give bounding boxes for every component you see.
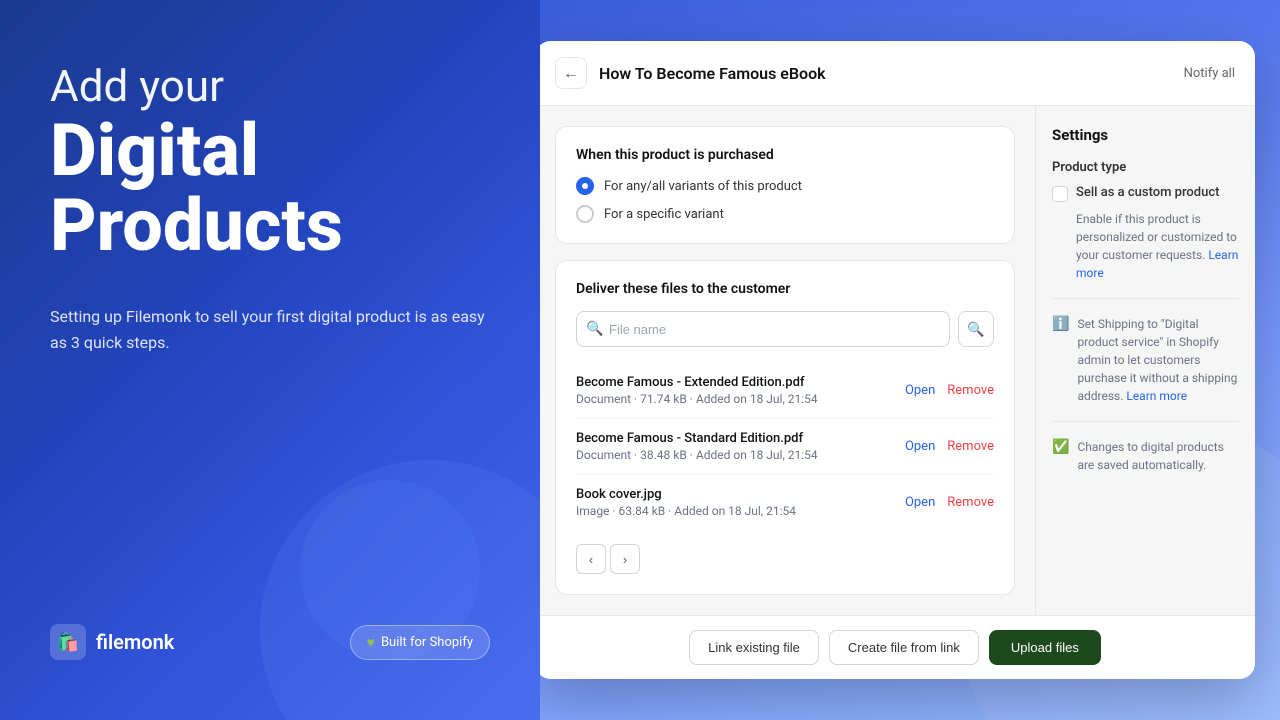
shipping-info-text: Set Shipping to "Digital product service… (1077, 315, 1239, 405)
learn-more-link-1[interactable]: Learn more (1076, 248, 1238, 280)
hero-line2: Digital (50, 113, 490, 189)
purchase-section: When this product is purchased For any/a… (555, 126, 1015, 244)
file-meta-2: Document · 38.48 kB · Added on 18 Jul, 2… (576, 448, 818, 462)
custom-product-label: Sell as a custom product (1076, 185, 1219, 200)
checkmark-icon: ✅ (1052, 439, 1069, 455)
settings-title: Settings (1052, 126, 1239, 144)
radio-specific-variant[interactable]: For a specific variant (576, 205, 994, 223)
modal-body: When this product is purchased For any/a… (540, 106, 1255, 615)
files-section: Deliver these files to the customer 🔍 🔍 (555, 260, 1015, 595)
upload-files-button[interactable]: Upload files (989, 630, 1101, 665)
product-type-label: Product type (1052, 160, 1239, 175)
right-panel: ← How To Become Famous eBook Notify all … (540, 0, 1280, 720)
file-info-3: Book cover.jpg Image · 63.84 kB · Added … (576, 487, 796, 518)
notify-all-text: Notify all (1184, 66, 1235, 81)
file-info-2: Become Famous - Standard Edition.pdf Doc… (576, 431, 818, 462)
heart-icon: ♥ (367, 634, 375, 651)
modal-footer: Link existing file Create file from link… (540, 615, 1255, 679)
file-open-button-3[interactable]: Open (905, 495, 935, 510)
modal-card: ← How To Become Famous eBook Notify all … (540, 41, 1255, 679)
file-list: Become Famous - Extended Edition.pdf Doc… (576, 363, 994, 530)
settings-sidebar: Settings Product type Sell as a custom p… (1035, 106, 1255, 615)
search-submit-icon: 🔍 (967, 321, 984, 338)
back-button[interactable]: ← (555, 57, 587, 89)
hero-line1: Add your (50, 60, 490, 113)
file-remove-button-1[interactable]: Remove (947, 383, 994, 398)
file-meta-1: Document · 71.74 kB · Added on 18 Jul, 2… (576, 392, 818, 406)
hero-line3: Products (50, 188, 490, 264)
filemonk-icon: 🛍️ (50, 624, 86, 660)
file-info-1: Become Famous - Extended Edition.pdf Doc… (576, 375, 818, 406)
table-row: Book cover.jpg Image · 63.84 kB · Added … (576, 475, 994, 530)
hero-subtitle: Setting up Filemonk to sell your first d… (50, 304, 490, 355)
search-icon: 🔍 (586, 321, 603, 337)
custom-product-row: Sell as a custom product (1052, 185, 1239, 202)
file-actions-1: Open Remove (905, 383, 994, 398)
left-panel: Add your Digital Products Setting up Fil… (0, 0, 540, 720)
radio-all-variants-circle (576, 177, 594, 195)
file-search-input[interactable] (576, 311, 950, 347)
file-remove-button-3[interactable]: Remove (947, 495, 994, 510)
filemonk-name: filemonk (96, 630, 174, 654)
built-for-shopify-label: Built for Shopify (381, 635, 473, 650)
file-open-button-2[interactable]: Open (905, 439, 935, 454)
shipping-info-row: ℹ️ Set Shipping to "Digital product serv… (1052, 315, 1239, 405)
purchase-section-title: When this product is purchased (576, 147, 994, 163)
search-input-wrap: 🔍 (576, 311, 950, 347)
auto-save-text: Changes to digital products are saved au… (1077, 438, 1239, 474)
auto-save-row: ✅ Changes to digital products are saved … (1052, 438, 1239, 474)
learn-more-link-2[interactable]: Learn more (1126, 389, 1187, 403)
pagination: ‹ › (576, 544, 994, 574)
files-section-title: Deliver these files to the customer (576, 281, 994, 297)
custom-product-checkbox[interactable] (1052, 186, 1068, 202)
modal-header: ← How To Become Famous eBook Notify all (540, 41, 1255, 106)
variant-radio-group: For any/all variants of this product For… (576, 177, 994, 223)
file-open-button-1[interactable]: Open (905, 383, 935, 398)
radio-all-variants[interactable]: For any/all variants of this product (576, 177, 994, 195)
main-content: When this product is purchased For any/a… (540, 106, 1035, 615)
file-actions-3: Open Remove (905, 495, 994, 510)
modal-title: How To Become Famous eBook (599, 64, 1172, 83)
product-type-section: Product type Sell as a custom product En… (1052, 160, 1239, 282)
link-existing-button[interactable]: Link existing file (689, 630, 819, 665)
search-button[interactable]: 🔍 (958, 311, 994, 347)
next-page-button[interactable]: › (610, 544, 640, 574)
radio-all-variants-label: For any/all variants of this product (604, 179, 802, 194)
custom-product-desc: Enable if this product is personalized o… (1076, 210, 1239, 282)
radio-specific-variant-label: For a specific variant (604, 207, 724, 222)
file-remove-button-2[interactable]: Remove (947, 439, 994, 454)
search-row: 🔍 🔍 (576, 311, 994, 347)
bottom-bar: 🛍️ filemonk ♥ Built for Shopify (50, 624, 490, 660)
built-for-shopify-badge[interactable]: ♥ Built for Shopify (350, 625, 490, 660)
file-name-2: Become Famous - Standard Edition.pdf (576, 431, 818, 446)
hero-text: Add your Digital Products Setting up Fil… (50, 60, 490, 355)
radio-specific-variant-circle (576, 205, 594, 223)
table-row: Become Famous - Extended Edition.pdf Doc… (576, 363, 994, 419)
create-from-link-button[interactable]: Create file from link (829, 630, 979, 665)
settings-divider-2 (1052, 421, 1239, 422)
file-name-3: Book cover.jpg (576, 487, 796, 502)
settings-divider-1 (1052, 298, 1239, 299)
filemonk-logo: 🛍️ filemonk (50, 624, 174, 660)
info-icon: ℹ️ (1052, 316, 1069, 332)
prev-page-button[interactable]: ‹ (576, 544, 606, 574)
table-row: Become Famous - Standard Edition.pdf Doc… (576, 419, 994, 475)
file-meta-3: Image · 63.84 kB · Added on 18 Jul, 21:5… (576, 504, 796, 518)
file-name-1: Become Famous - Extended Edition.pdf (576, 375, 818, 390)
file-actions-2: Open Remove (905, 439, 994, 454)
back-arrow-icon: ← (563, 63, 579, 83)
